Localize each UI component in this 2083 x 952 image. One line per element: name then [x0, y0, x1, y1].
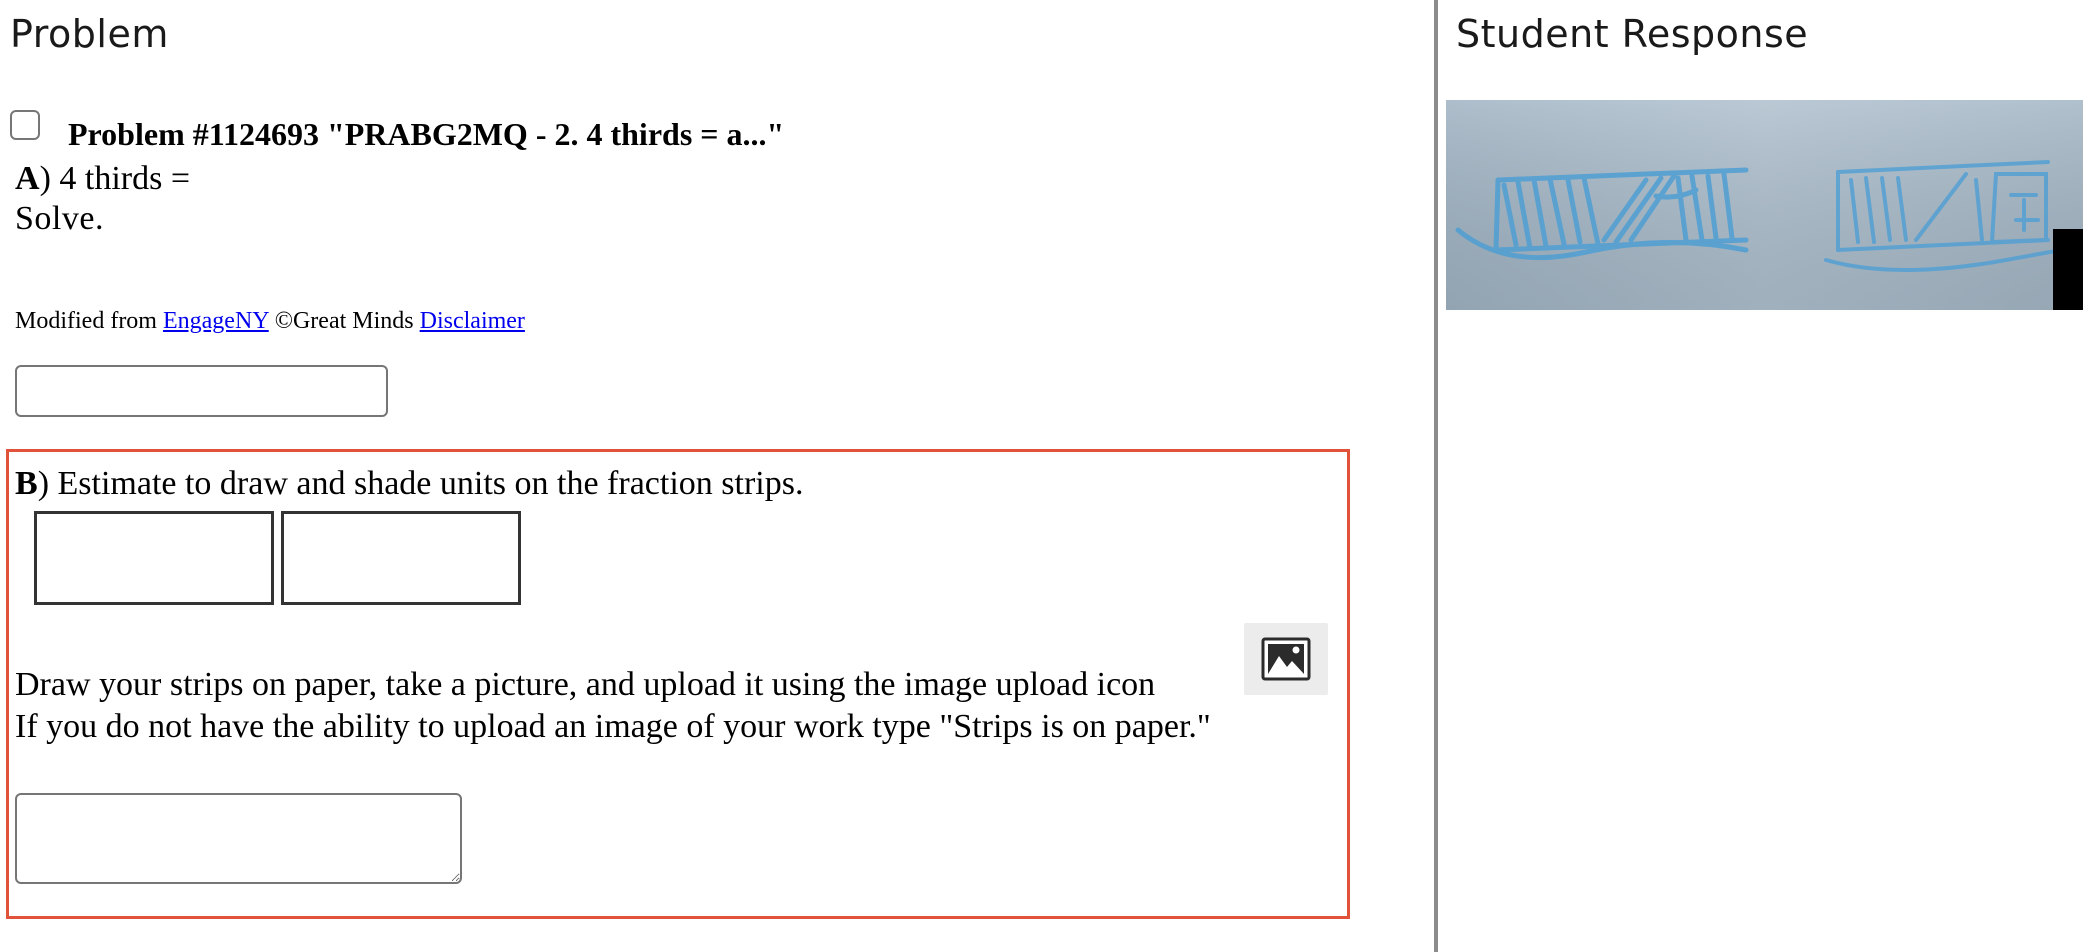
- part-a-instruction: Solve.: [15, 200, 104, 237]
- part-b-separator: ): [37, 465, 50, 502]
- part-a-prompt: A) 4 thirds =: [15, 160, 190, 198]
- image-upload-button[interactable]: [1244, 623, 1328, 695]
- problem-select-checkbox[interactable]: [10, 110, 40, 140]
- part-a-answer-input[interactable]: [15, 365, 388, 417]
- credit-line: Modified from EngageNY ©Great Minds Disc…: [15, 308, 525, 335]
- credit-prefix: Modified from: [15, 308, 163, 334]
- fraction-strip-box: [34, 511, 274, 605]
- part-b-text: Estimate to draw and shade units on the …: [49, 465, 804, 502]
- student-response-pane: Student Response: [1438, 0, 2083, 952]
- problem-heading: Problem: [10, 12, 169, 56]
- part-b-answer-textarea[interactable]: [15, 793, 462, 884]
- part-b-letter: B: [15, 465, 38, 502]
- disclaimer-link[interactable]: Disclaimer: [420, 308, 525, 334]
- student-work-photo[interactable]: [1446, 100, 2083, 310]
- problem-pane: Problem Problem #1124693 "PRABG2MQ - 2. …: [0, 0, 1434, 952]
- student-work-image: [1446, 100, 2083, 310]
- part-b-prompt: B) Estimate to draw and shade units on t…: [15, 465, 803, 503]
- student-response-heading: Student Response: [1456, 12, 1809, 56]
- fraction-strip-box: [281, 511, 521, 605]
- image-upload-icon: [1261, 637, 1311, 681]
- engageny-link[interactable]: EngageNY: [163, 308, 269, 334]
- part-a-separator: ): [39, 160, 51, 197]
- credit-middle: ©Great Minds: [268, 308, 420, 334]
- part-a-letter: A: [15, 160, 40, 197]
- problem-title: Problem #1124693 "PRABG2MQ - 2. 4 thirds…: [68, 116, 785, 152]
- upload-instruction: Draw your strips on paper, take a pictur…: [15, 666, 1156, 703]
- no-upload-instruction: If you do not have the ability to upload…: [15, 708, 1211, 745]
- part-a-text: 4 thirds =: [50, 160, 191, 197]
